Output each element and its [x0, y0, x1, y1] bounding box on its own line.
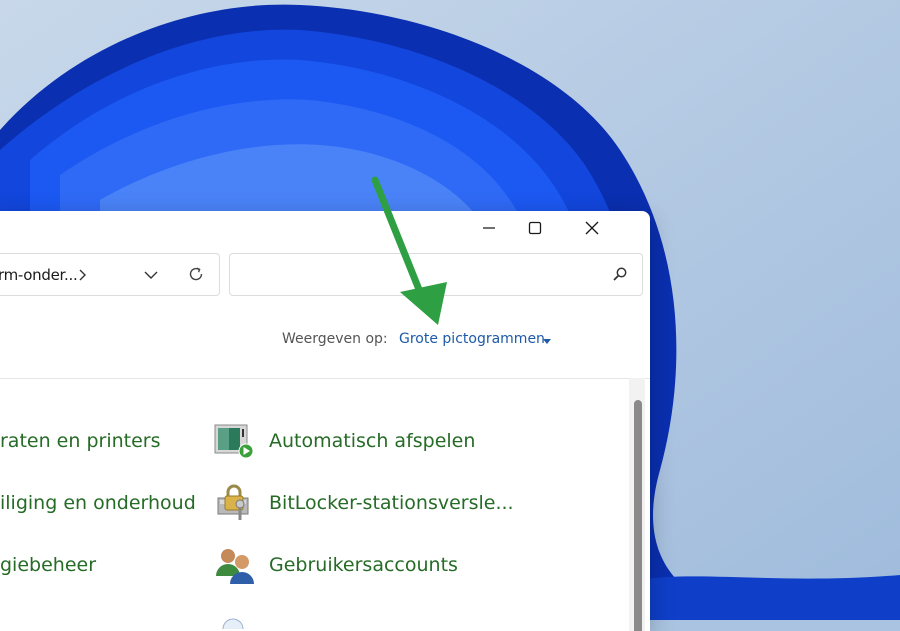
search-input[interactable] — [229, 253, 643, 296]
refresh-icon[interactable] — [187, 265, 205, 283]
item-devices-printers[interactable]: raten en printers — [0, 430, 161, 452]
partial-item-icon[interactable] — [218, 615, 248, 629]
minimize-icon — [483, 227, 495, 229]
search-icon[interactable] — [612, 266, 628, 282]
view-by-label: Weergeven op: — [282, 331, 388, 347]
caret-down-icon[interactable] — [543, 339, 551, 344]
maximize-button[interactable] — [506, 211, 564, 245]
item-bitlocker[interactable]: BitLocker-stationsversle... — [269, 492, 514, 514]
close-icon — [585, 221, 599, 235]
control-panel-items: raten en printers iliging en onderhoud g… — [0, 378, 650, 631]
chevron-down-icon[interactable] — [144, 270, 158, 280]
item-user-accounts[interactable]: Gebruikersaccounts — [269, 554, 458, 576]
autoplay-icon[interactable] — [214, 423, 256, 461]
item-security-maintenance[interactable]: iliging en onderhoud — [0, 492, 196, 514]
scrollbar-thumb[interactable] — [634, 400, 642, 631]
item-autoplay[interactable]: Automatisch afspelen — [269, 430, 475, 452]
control-panel-window: rm-onder... Weergeven op: Grote pictogra… — [0, 211, 650, 631]
user-accounts-icon[interactable] — [214, 546, 256, 586]
vertical-scrollbar[interactable] — [629, 378, 645, 631]
address-bar[interactable]: rm-onder... — [0, 253, 220, 296]
bitlocker-icon[interactable] — [214, 482, 256, 522]
view-by-dropdown[interactable]: Grote pictogrammen — [399, 331, 545, 347]
close-button[interactable] — [563, 211, 621, 245]
chevron-right-icon[interactable] — [78, 268, 88, 282]
address-breadcrumb[interactable]: rm-onder... — [0, 266, 78, 284]
item-energy-management[interactable]: giebeheer — [0, 554, 96, 576]
maximize-icon — [528, 221, 542, 235]
